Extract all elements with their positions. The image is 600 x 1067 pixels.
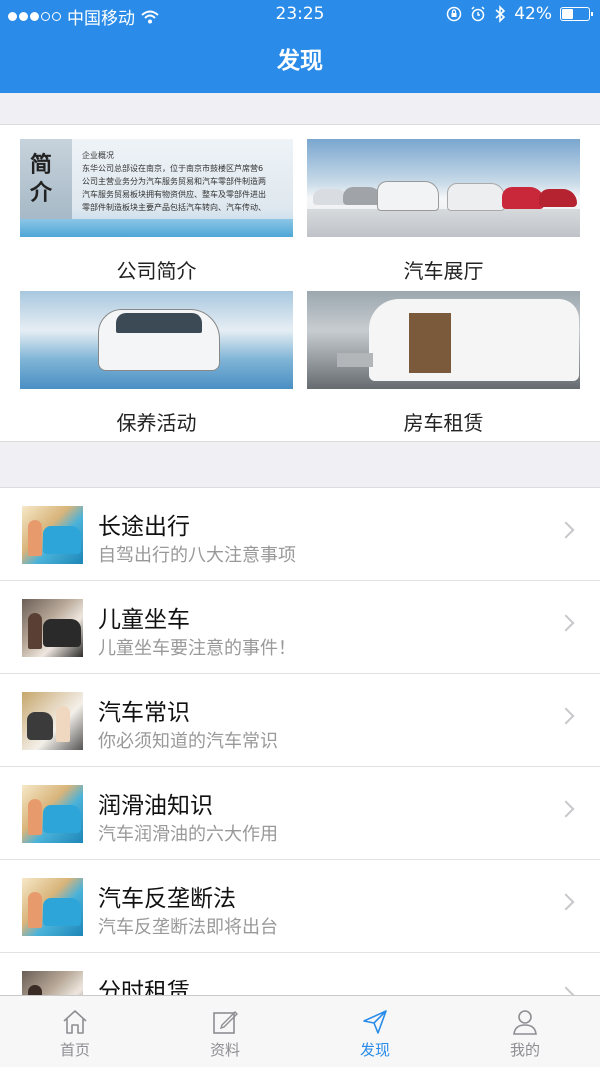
grid-item-label: 房车租赁 (403, 411, 484, 435)
tab-label: 首页 (59, 1041, 90, 1059)
battery-icon (560, 7, 593, 21)
article-thumbnail (22, 971, 83, 997)
article-thumbnail (22, 878, 83, 936)
tab-label: 资料 (209, 1041, 240, 1059)
list-item[interactable]: 汽车常识 你必须知道的汽车常识 (0, 674, 600, 767)
list-item[interactable]: 分时租赁 (0, 953, 600, 997)
company-intro-image: 简 介 企业概况 东华公司总部设在南京，位于南京市鼓楼区芦席营6 公司主营业务分… (20, 139, 293, 237)
list-item-title: 儿童坐车 (98, 607, 190, 633)
chevron-right-icon (557, 521, 575, 539)
list-item-title: 分时租赁 (98, 979, 190, 997)
list-item-subtitle: 汽车反垄断法即将出台 (98, 917, 278, 938)
send-icon (363, 1010, 387, 1034)
tab-label: 我的 (509, 1041, 540, 1059)
chevron-right-icon (557, 893, 575, 911)
battery-percent: 42% (514, 4, 552, 24)
list-item-title: 汽车常识 (98, 700, 190, 726)
list-item-title: 汽车反垄断法 (98, 886, 236, 912)
list-item[interactable]: 润滑油知识 汽车润滑油的六大作用 (0, 767, 600, 860)
grid-item-label: 公司简介 (116, 259, 197, 283)
edit-icon (213, 1011, 238, 1034)
list-item-subtitle: 汽车润滑油的六大作用 (98, 824, 278, 845)
chevron-right-icon (557, 800, 575, 818)
grid-item-rv-rental[interactable]: 房车租赁 (307, 291, 580, 436)
maintenance-event-image (20, 291, 293, 389)
tab-mine[interactable]: 我的 (450, 996, 600, 1067)
list-item-subtitle: 儿童坐车要注意的事件！ (98, 638, 296, 659)
rv-rental-image (307, 291, 580, 389)
list-item-subtitle: 你必须知道的汽车常识 (98, 731, 278, 752)
tab-discover[interactable]: 发现 (300, 996, 450, 1067)
grid-item-maintenance-event[interactable]: 保养活动 (20, 291, 293, 436)
article-list: 长途出行 自驾出行的八大注意事项 儿童坐车 儿童坐车要注意的事件！ 汽车常识 你… (0, 487, 600, 997)
article-thumbnail (22, 692, 83, 750)
car-showroom-image (307, 139, 580, 237)
grid-item-label: 汽车展厅 (403, 259, 484, 283)
user-icon (513, 1010, 537, 1035)
chevron-right-icon (557, 707, 575, 725)
article-thumbnail (22, 599, 83, 657)
list-item-title: 润滑油知识 (98, 793, 213, 819)
nav-bar: 发现 (0, 30, 600, 93)
page-title: 发现 (277, 48, 323, 74)
bluetooth-icon (495, 5, 506, 23)
tab-home[interactable]: 首页 (0, 996, 150, 1067)
alarm-icon (471, 6, 485, 22)
chevron-right-icon (557, 614, 575, 632)
status-bar: 中国移动 23:25 42% (0, 0, 600, 30)
grid-item-company-intro[interactable]: 简 介 企业概况 东华公司总部设在南京，位于南京市鼓楼区芦席营6 公司主营业务分… (20, 139, 293, 284)
home-icon (63, 1010, 87, 1034)
list-item[interactable]: 汽车反垄断法 汽车反垄断法即将出台 (0, 860, 600, 953)
article-thumbnail (22, 785, 83, 843)
tab-profile-data[interactable]: 资料 (150, 996, 300, 1067)
list-item[interactable]: 长途出行 自驾出行的八大注意事项 (0, 488, 600, 581)
tab-label: 发现 (359, 1041, 390, 1059)
list-item[interactable]: 儿童坐车 儿童坐车要注意的事件！ (0, 581, 600, 674)
grid-item-label: 保养活动 (116, 411, 197, 435)
article-thumbnail (22, 506, 83, 564)
rotation-lock-icon (446, 6, 462, 22)
feature-grid: 简 介 企业概况 东华公司总部设在南京，位于南京市鼓楼区芦席营6 公司主营业务分… (0, 124, 600, 442)
list-item-subtitle: 自驾出行的八大注意事项 (98, 545, 296, 566)
grid-item-car-showroom[interactable]: 汽车展厅 (307, 139, 580, 284)
tab-bar: 首页 资料 发现 我的 (0, 995, 600, 1067)
list-item-title: 长途出行 (98, 514, 190, 540)
